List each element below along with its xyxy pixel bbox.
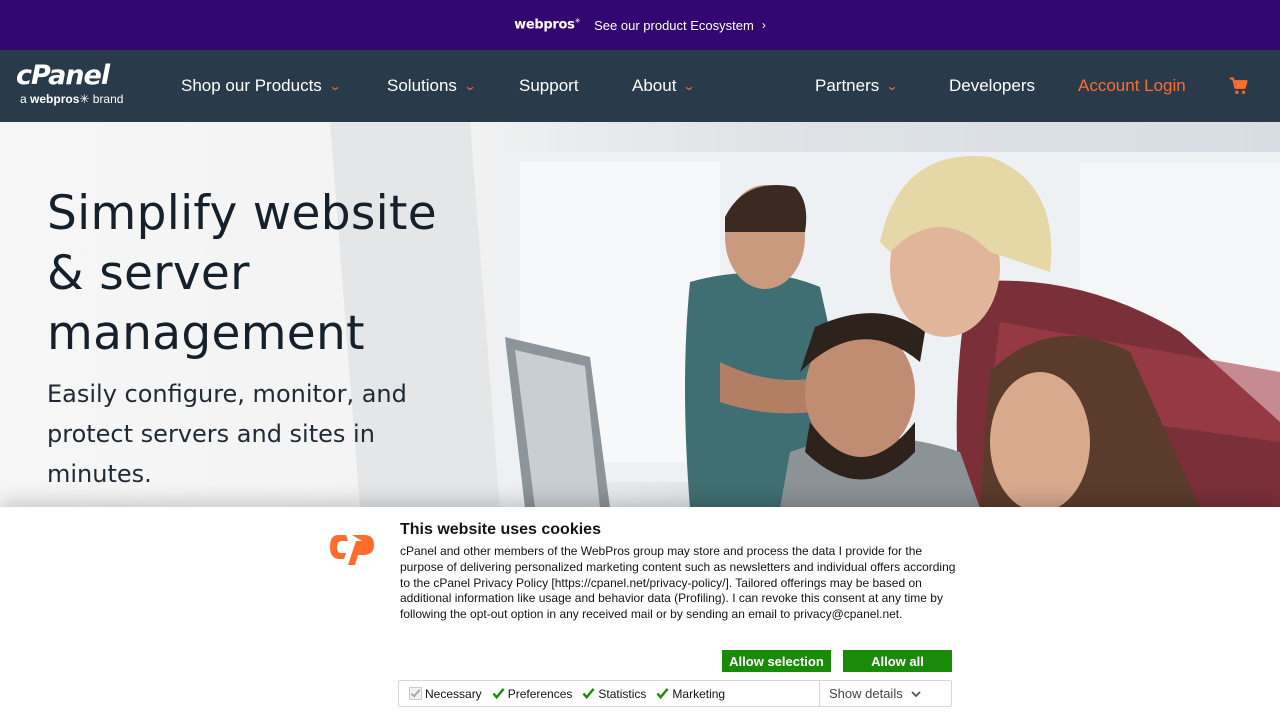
- checkbox-preferences-label: Preferences: [507, 686, 573, 701]
- allow-all-button[interactable]: Allow all: [843, 650, 952, 672]
- chevron-down-icon: ⌄: [463, 79, 477, 93]
- nav-developers-label: Developers: [949, 76, 1035, 95]
- nav-about-label: About: [632, 76, 677, 95]
- webpros-logo-text: webpros: [514, 17, 575, 33]
- chevron-right-icon: ›: [761, 18, 766, 32]
- brand-tagline-prefix: a: [20, 92, 27, 106]
- cpanel-logo[interactable]: cPanel a webpros✳ brand: [16, 62, 146, 110]
- hero-title: Simplify website & server management: [47, 186, 437, 361]
- hero-section: Simplify website & server management Eas…: [0, 122, 1280, 508]
- chevron-down-icon: ⌄: [328, 79, 342, 93]
- nav-support-label: Support: [519, 76, 579, 95]
- brand-tagline-suffix: brand: [92, 92, 124, 106]
- nav-shop-products[interactable]: Shop our Products ⌄: [181, 50, 342, 122]
- brand-name: cPanel: [16, 60, 110, 91]
- ecosystem-bar: webpros✳ See our product Ecosystem ›: [0, 0, 1280, 50]
- main-nav: cPanel a webpros✳ brand Shop our Product…: [0, 50, 1280, 122]
- cookie-text: cPanel and other members of the WebPros …: [400, 544, 956, 622]
- checkbox-marketing[interactable]: Marketing: [656, 687, 725, 701]
- show-details-label: Show details: [829, 686, 903, 701]
- cookie-consent-banner: This website uses cookies cPanel and oth…: [0, 507, 1280, 720]
- nav-shop-products-label: Shop our Products: [181, 76, 322, 95]
- nav-account-login-label: Account Login: [1078, 76, 1186, 95]
- chevron-down-icon: [911, 690, 921, 697]
- chevron-down-icon: ⌄: [885, 79, 899, 93]
- brand-tagline-company: webpros: [30, 92, 80, 106]
- nav-developers[interactable]: Developers: [949, 50, 1035, 122]
- checkbox-necessary[interactable]: Necessary: [409, 687, 482, 701]
- checkbox-preferences[interactable]: Preferences: [492, 686, 573, 701]
- ecosystem-link[interactable]: See our product Ecosystem ›: [594, 18, 766, 33]
- nav-solutions[interactable]: Solutions ⌄: [387, 50, 477, 122]
- webpros-logo[interactable]: webpros✳: [514, 17, 580, 32]
- checkmark-icon: [582, 688, 595, 700]
- nav-account-login[interactable]: Account Login: [1078, 50, 1186, 122]
- checkmark-icon: [409, 687, 422, 700]
- nav-about[interactable]: About ⌄: [632, 50, 697, 122]
- ecosystem-link-label: See our product Ecosystem: [594, 17, 754, 33]
- allow-selection-button[interactable]: Allow selection: [722, 650, 831, 672]
- cookie-title: This website uses cookies: [400, 521, 601, 538]
- checkbox-marketing-label: Marketing: [672, 686, 726, 701]
- nav-partners[interactable]: Partners ⌄: [815, 50, 899, 122]
- checkbox-necessary-label: Necessary: [425, 686, 482, 701]
- brand-tagline: a webpros✳ brand: [20, 92, 124, 106]
- nav-partners-label: Partners: [815, 76, 880, 95]
- show-details-toggle[interactable]: Show details: [819, 681, 951, 706]
- checkmark-icon: [492, 688, 505, 700]
- checkbox-statistics[interactable]: Statistics: [582, 687, 646, 701]
- chevron-down-icon: ⌄: [682, 79, 697, 93]
- shopping-cart-icon[interactable]: [1229, 76, 1249, 96]
- hero-subtitle: Easily configure, monitor, and protect s…: [47, 380, 407, 488]
- checkbox-statistics-label: Statistics: [598, 686, 647, 701]
- cookie-preferences-bar: Necessary Preferences Statistics Marketi…: [398, 680, 952, 707]
- nav-solutions-label: Solutions: [387, 76, 457, 95]
- checkmark-icon: [656, 688, 669, 700]
- nav-support[interactable]: Support: [519, 50, 579, 122]
- cpanel-cp-logo-icon: [330, 535, 374, 565]
